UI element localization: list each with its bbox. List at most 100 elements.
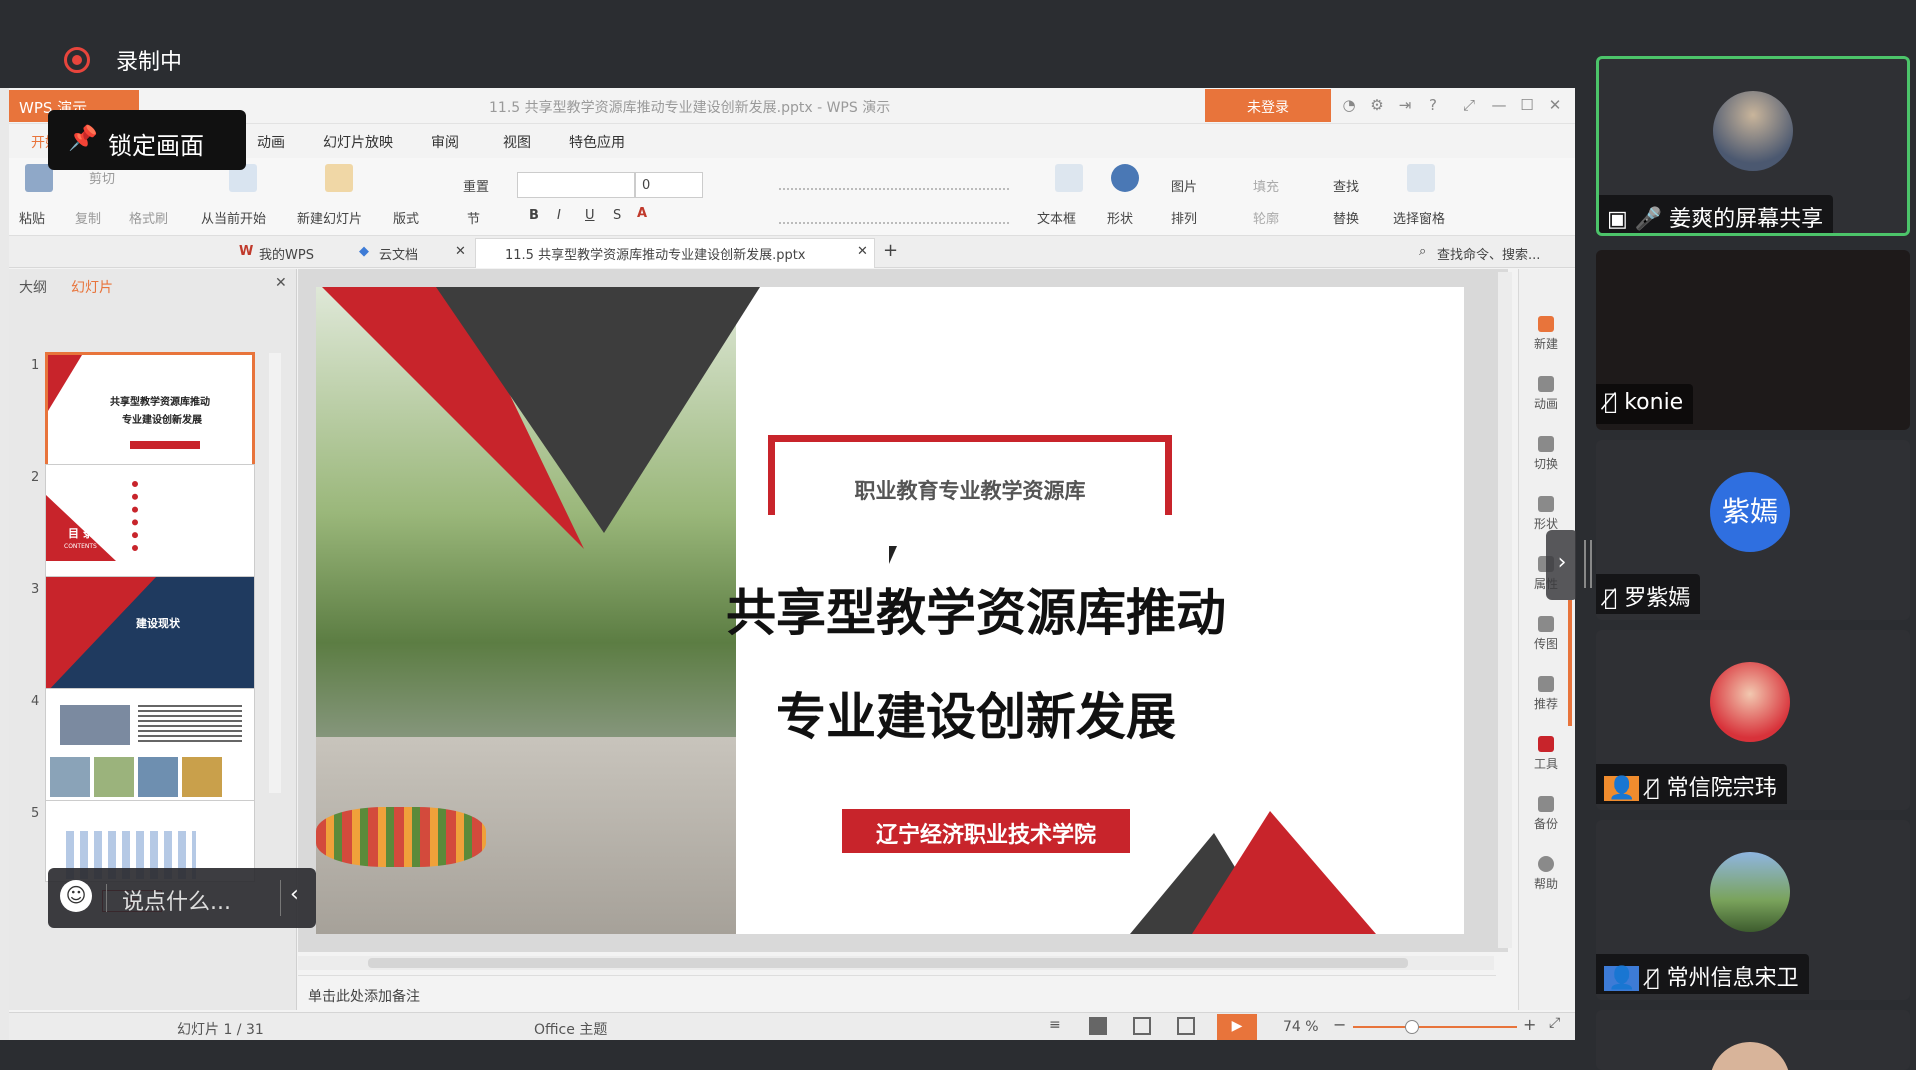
close-icon[interactable]: ✕ bbox=[1545, 96, 1565, 116]
sidebar-new[interactable]: 新建 bbox=[1513, 316, 1579, 352]
sidebar-help[interactable]: 帮助 bbox=[1513, 856, 1579, 892]
slide-thumbnail-1[interactable]: 共享型教学资源库推动 专业建设创新发展 bbox=[45, 352, 255, 470]
fill-button[interactable]: 填充 bbox=[1253, 176, 1279, 195]
sidebar-backup[interactable]: 备份 bbox=[1513, 796, 1579, 832]
menu-slideshow[interactable]: 幻灯片放映 bbox=[323, 132, 393, 152]
zoom-in-icon[interactable]: + bbox=[1523, 1015, 1536, 1034]
settings-icon[interactable]: ⚙ bbox=[1367, 96, 1387, 116]
horizontal-scrollbar[interactable] bbox=[298, 956, 1494, 970]
menu-special[interactable]: 特色应用 bbox=[569, 132, 625, 152]
normal-view-icon[interactable] bbox=[1089, 1017, 1107, 1035]
emoji-icon[interactable]: ☺ bbox=[60, 880, 92, 912]
font-size-select[interactable]: 0 bbox=[635, 172, 703, 198]
menu-review[interactable]: 审阅 bbox=[431, 132, 459, 152]
panel-scrollbar[interactable] bbox=[269, 353, 281, 793]
current-slide[interactable]: 职业教育专业教学资源库 共享型教学资源库推动 专业建设创新发展 辽宁经济职业技术… bbox=[316, 287, 1464, 934]
tab-my-wps[interactable]: 我的WPS bbox=[259, 244, 314, 263]
reset-button[interactable]: 重置 bbox=[463, 176, 489, 195]
layout-button[interactable]: 版式 bbox=[393, 208, 419, 227]
italic-button[interactable]: I bbox=[557, 208, 561, 223]
collapse-chat-icon[interactable]: ‹ bbox=[290, 882, 299, 907]
slide-thumbnail-4[interactable] bbox=[45, 688, 255, 806]
sidebar-animation[interactable]: 动画 bbox=[1513, 376, 1579, 412]
scroll-thumb[interactable] bbox=[368, 958, 1408, 968]
skin-icon[interactable]: ◔ bbox=[1339, 96, 1359, 116]
expand-panel-button[interactable]: › bbox=[1546, 530, 1578, 600]
font-color-button[interactable]: A bbox=[637, 206, 647, 221]
selection-pane-icon[interactable] bbox=[1407, 164, 1435, 192]
shape-button[interactable]: 形状 bbox=[1107, 208, 1133, 227]
close-active-tab-icon[interactable]: ✕ bbox=[857, 244, 868, 259]
zoom-slider-thumb[interactable] bbox=[1405, 1020, 1419, 1034]
participant-tile[interactable]: 🎙̸ konie bbox=[1596, 250, 1910, 430]
cut-button[interactable]: 剪切 bbox=[89, 168, 115, 187]
arrange-button[interactable]: 排列 bbox=[1171, 208, 1197, 227]
restore-icon[interactable]: ⤢ bbox=[1459, 96, 1479, 116]
sidebar-tools[interactable]: 工具 bbox=[1513, 736, 1579, 772]
alignment-controls[interactable] bbox=[779, 210, 1009, 224]
paste-button[interactable]: 粘贴 bbox=[19, 208, 45, 227]
underline-button[interactable]: U bbox=[585, 208, 595, 223]
panel-resize-handle[interactable] bbox=[1584, 540, 1592, 588]
screen-share-icon: ▣ 🎤 bbox=[1607, 207, 1670, 232]
from-current-button[interactable]: 从当前开始 bbox=[201, 208, 266, 227]
menu-view[interactable]: 视图 bbox=[503, 132, 531, 152]
new-slide-button[interactable]: 新建幻灯片 bbox=[297, 208, 362, 227]
minimize-icon[interactable]: — bbox=[1489, 96, 1509, 116]
textbox-button[interactable]: 文本框 bbox=[1037, 208, 1076, 227]
participant-name-box: ▣ 🎤 姜爽的屏幕共享 bbox=[1599, 195, 1834, 233]
sidebar-shape[interactable]: 形状 bbox=[1513, 496, 1579, 532]
tab-slides[interactable]: 幻灯片 bbox=[71, 277, 113, 297]
sidebar-transition[interactable]: 切换 bbox=[1513, 436, 1579, 472]
lock-screen-button[interactable]: 📌 锁定画面 bbox=[48, 110, 246, 170]
tab-outline[interactable]: 大纲 bbox=[19, 277, 47, 297]
participant-tile[interactable]: 👤 🎙̸ 常信院宗玮 bbox=[1596, 630, 1910, 810]
bold-button[interactable]: B bbox=[529, 208, 539, 223]
menu-animation[interactable]: 动画 bbox=[257, 132, 285, 152]
picture-button[interactable]: 图片 bbox=[1171, 176, 1197, 195]
status-bar: 幻灯片 1 / 31 Office 主题 ≡ ▶ 74 % − + ⤢ bbox=[9, 1012, 1575, 1040]
paragraph-controls[interactable] bbox=[779, 172, 1009, 190]
reading-view-icon[interactable] bbox=[1177, 1017, 1195, 1035]
share-icon[interactable]: ⇥ bbox=[1395, 96, 1415, 116]
outline-button[interactable]: 轮廓 bbox=[1253, 208, 1279, 227]
notes-toggle-icon[interactable]: ≡ bbox=[1049, 1017, 1061, 1033]
maximize-icon[interactable]: ☐ bbox=[1517, 96, 1537, 116]
zoom-slider[interactable] bbox=[1353, 1020, 1517, 1034]
command-search[interactable]: 查找命令、搜索... bbox=[1437, 244, 1540, 263]
replace-button[interactable]: 替换 bbox=[1333, 208, 1359, 227]
close-panel-icon[interactable]: ✕ bbox=[275, 275, 287, 291]
textbox-icon[interactable] bbox=[1055, 164, 1083, 192]
participant-tile[interactable]: ▣ 🎤 姜爽的屏幕共享 bbox=[1596, 56, 1910, 236]
participant-tile[interactable]: 紫嫣 🎙̸ 罗紫嫣 bbox=[1596, 440, 1910, 620]
participant-name: 常州信息宋卫 bbox=[1666, 966, 1799, 991]
close-tab-icon[interactable]: ✕ bbox=[455, 244, 466, 259]
selection-pane-button[interactable]: 选择窗格 bbox=[1393, 208, 1445, 227]
zoom-out-icon[interactable]: − bbox=[1333, 1015, 1346, 1034]
help-icon[interactable]: ? bbox=[1423, 96, 1443, 116]
shadow-button[interactable]: S bbox=[613, 208, 621, 223]
new-slide-icon[interactable] bbox=[325, 164, 353, 192]
chat-input[interactable]: 说点什么... bbox=[122, 884, 231, 916]
tab-active-document-label[interactable]: 11.5 共享型教学资源库推动专业建设创新发展.pptx bbox=[505, 244, 806, 263]
play-slideshow-button[interactable]: ▶ bbox=[1217, 1014, 1257, 1040]
notes-area[interactable]: 单击此处添加备注 bbox=[298, 975, 1496, 1015]
login-button[interactable]: 未登录 bbox=[1205, 89, 1331, 122]
sorter-view-icon[interactable] bbox=[1133, 1017, 1151, 1035]
shape-icon[interactable] bbox=[1111, 164, 1139, 192]
format-painter-button[interactable]: 格式刷 bbox=[129, 208, 168, 227]
slide-thumbnail-3[interactable]: 建设现状 bbox=[45, 576, 255, 694]
tab-cloud-docs[interactable]: 云文档 bbox=[379, 244, 418, 263]
font-family-select[interactable] bbox=[517, 172, 635, 198]
participant-name-box: 👤 🎙̸ 常州信息宋卫 bbox=[1596, 954, 1809, 994]
record-icon[interactable] bbox=[64, 47, 90, 73]
section-button[interactable]: 节 bbox=[467, 208, 480, 227]
copy-button[interactable]: 复制 bbox=[75, 208, 101, 227]
vertical-scrollbar[interactable] bbox=[1498, 272, 1512, 948]
find-button[interactable]: 查找 bbox=[1333, 176, 1359, 195]
fit-window-icon[interactable]: ⤢ bbox=[1549, 1015, 1560, 1031]
new-tab-icon[interactable]: + bbox=[883, 240, 898, 261]
participant-tile[interactable]: 👤 🎙̸ 常州信息宋卫 bbox=[1596, 820, 1910, 1000]
participant-tile[interactable] bbox=[1596, 1010, 1910, 1070]
slide-thumbnail-2[interactable]: 目 录 CONTENTS bbox=[45, 464, 255, 582]
